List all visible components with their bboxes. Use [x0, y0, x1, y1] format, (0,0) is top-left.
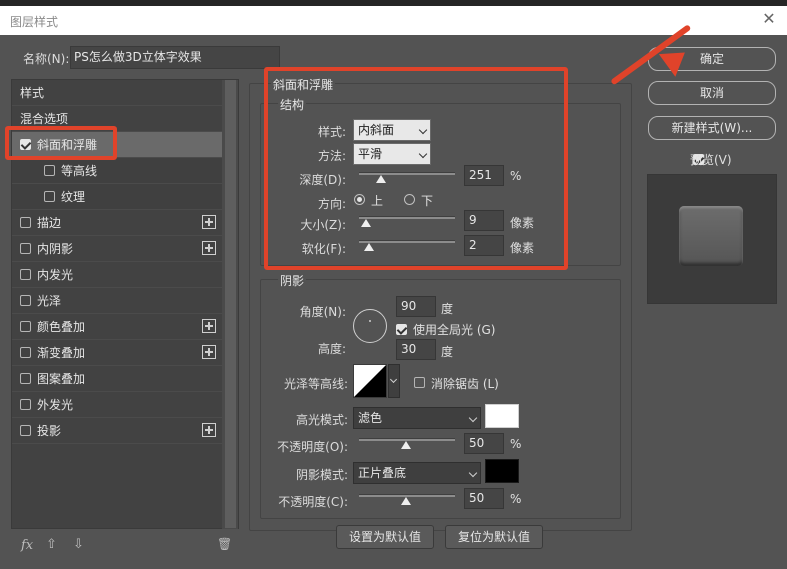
fx-icon[interactable]: fx — [21, 538, 33, 553]
style-list-item-label: 混合选项 — [20, 112, 69, 126]
shadow-opacity-input[interactable]: 50 — [464, 488, 504, 509]
add-effect-plus-icon[interactable] — [202, 423, 216, 437]
angle-unit: 度 — [441, 302, 454, 316]
set-default-button[interactable]: 设置为默认值 — [336, 525, 434, 549]
angle-input[interactable]: 90 — [396, 296, 436, 317]
style-list-item[interactable]: 纹理 — [12, 184, 222, 210]
chevron-down-icon — [389, 375, 398, 384]
global-light-label[interactable]: 使用全局光 (G) — [413, 321, 495, 338]
shadow-mode-label: 阴影模式: — [295, 468, 348, 482]
style-list-item[interactable]: 渐变叠加 — [12, 340, 222, 366]
style-list-item-label: 投影 — [37, 424, 62, 438]
move-down-icon[interactable]: ⇩ — [73, 537, 84, 552]
highlight-opacity-input[interactable]: 50 — [464, 433, 504, 454]
annotation-highlight-structure — [264, 67, 568, 270]
title-bar: 图层样式 ✕ — [0, 6, 787, 35]
style-list-checkbox[interactable] — [20, 373, 31, 384]
style-list-item[interactable]: 内发光 — [12, 262, 222, 288]
style-list-item[interactable]: 等高线 — [12, 158, 222, 184]
style-list-checkbox[interactable] — [20, 269, 31, 280]
style-list-checkbox[interactable] — [20, 347, 31, 358]
preview-label[interactable]: 预览(V) — [690, 151, 732, 168]
style-list-item-label: 颜色叠加 — [37, 320, 86, 334]
style-list-item-label: 内阴影 — [37, 242, 74, 256]
add-effect-plus-icon[interactable] — [202, 345, 216, 359]
altitude-input[interactable]: 30 — [396, 339, 436, 360]
add-effect-plus-icon[interactable] — [202, 319, 216, 333]
highlight-color-swatch[interactable] — [485, 404, 519, 428]
style-list-item[interactable]: 图案叠加 — [12, 366, 222, 392]
reset-default-button[interactable]: 复位为默认值 — [445, 525, 543, 549]
angle-label: 角度(N): — [299, 305, 346, 319]
highlight-opacity-unit: % — [510, 437, 522, 451]
antialias-checkbox[interactable] — [414, 377, 425, 388]
move-up-icon[interactable]: ⇧ — [46, 537, 57, 552]
style-preview-thumbnail — [679, 206, 743, 266]
style-list-item-label: 光泽 — [37, 294, 62, 308]
shading-title: 阴影 — [278, 272, 307, 289]
add-effect-plus-icon[interactable] — [202, 241, 216, 255]
style-list-item-label: 内发光 — [37, 268, 74, 282]
style-list-item[interactable]: 样式 — [12, 80, 222, 106]
cancel-button[interactable]: 取消 — [648, 81, 776, 105]
shadow-color-swatch[interactable] — [485, 459, 519, 483]
style-list-checkbox[interactable] — [20, 217, 31, 228]
highlight-opacity-label: 不透明度(O): — [277, 440, 348, 454]
new-style-button[interactable]: 新建样式(W)... — [648, 116, 776, 140]
shadow-opacity-label: 不透明度(C): — [278, 495, 348, 509]
style-list-checkbox[interactable] — [44, 191, 55, 202]
style-list-checkbox[interactable] — [20, 243, 31, 254]
style-list-item-label: 等高线 — [61, 164, 98, 178]
style-list-item[interactable]: 外发光 — [12, 392, 222, 418]
highlight-opacity-slider-handle[interactable] — [401, 441, 411, 449]
altitude-unit: 度 — [441, 345, 454, 359]
style-list-checkbox[interactable] — [20, 425, 31, 436]
shadow-opacity-unit: % — [510, 492, 522, 506]
style-list-item-label: 样式 — [20, 86, 45, 100]
style-list-checkbox[interactable] — [20, 321, 31, 332]
style-list-item[interactable]: 内阴影 — [12, 236, 222, 262]
name-label: 名称(N): — [23, 52, 70, 66]
name-input[interactable]: PS怎么做3D立体字效果 — [70, 46, 280, 69]
style-list-scroll-thumb[interactable] — [225, 80, 236, 528]
style-list-checkbox[interactable] — [20, 399, 31, 410]
gloss-contour-preview[interactable] — [353, 364, 387, 398]
trash-icon[interactable]: 🗑 — [217, 537, 232, 551]
style-list-item-label: 描边 — [37, 216, 62, 230]
add-effect-plus-icon[interactable] — [202, 215, 216, 229]
gloss-contour-label: 光泽等高线: — [283, 377, 348, 391]
style-list-checkbox[interactable] — [44, 165, 55, 176]
style-list-item-label: 图案叠加 — [37, 372, 86, 386]
altitude-label: 高度: — [317, 342, 346, 356]
gloss-contour-dropdown[interactable] — [388, 364, 400, 398]
style-list-item-label: 纹理 — [61, 190, 86, 204]
style-list-item-label: 外发光 — [37, 398, 74, 412]
highlight-mode-label: 高光模式: — [295, 413, 348, 427]
style-list-item[interactable]: 光泽 — [12, 288, 222, 314]
style-list-item[interactable]: 投影 — [12, 418, 222, 444]
window-title: 图层样式 — [10, 15, 59, 29]
style-list-checkbox[interactable] — [20, 295, 31, 306]
close-icon[interactable]: ✕ — [759, 9, 779, 29]
style-list-item[interactable]: 颜色叠加 — [12, 314, 222, 340]
shadow-mode-select[interactable]: 正片叠底 — [353, 462, 481, 484]
shadow-opacity-slider-handle[interactable] — [401, 497, 411, 505]
angle-dial[interactable] — [353, 309, 387, 343]
highlight-mode-select[interactable]: 滤色 — [353, 407, 481, 429]
style-list-item-label: 渐变叠加 — [37, 346, 86, 360]
style-list-item[interactable]: 描边 — [12, 210, 222, 236]
antialias-label[interactable]: 消除锯齿 (L) — [431, 375, 499, 392]
global-light-checkbox[interactable] — [396, 324, 407, 335]
annotation-highlight-bevel-item — [5, 126, 117, 160]
